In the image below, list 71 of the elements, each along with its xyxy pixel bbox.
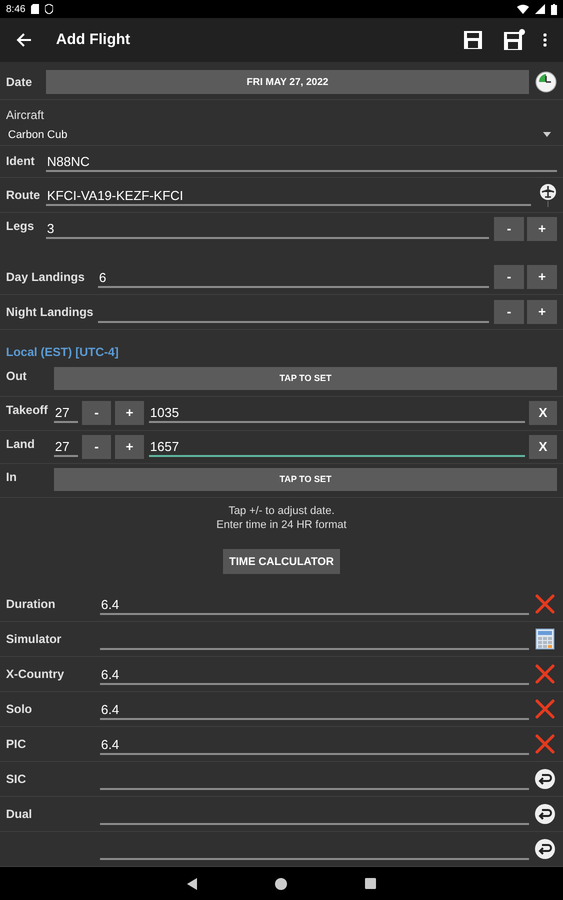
hint-text: Tap +/- to adjust date. [228, 504, 335, 518]
time-zone-label: Local (EST) [UTC-4] [6, 344, 119, 362]
text-field[interactable]: 3 [46, 216, 489, 239]
field-label: Simulator [6, 630, 62, 648]
day-field[interactable]: 27 [54, 400, 78, 423]
back-arrow-icon[interactable] [16, 32, 32, 48]
field-label: Out [6, 368, 28, 386]
text-field[interactable]: 6.4 [100, 698, 529, 720]
field-label: Duration [6, 596, 56, 613]
minus-button[interactable]: - [82, 434, 111, 459]
text-field[interactable]: KFCI-VA19-KEZF-KFCI [46, 184, 531, 206]
calculator-icon[interactable] [535, 628, 555, 650]
sim-card-icon [31, 4, 40, 14]
close-icon[interactable] [535, 734, 555, 754]
text-field[interactable]: 1035 [149, 400, 525, 423]
clock-icon[interactable] [535, 71, 557, 94]
text-field[interactable]: 6 [98, 266, 489, 288]
battery-icon [551, 4, 557, 14]
plus-button[interactable]: + [115, 400, 144, 425]
save-icon[interactable] [463, 30, 483, 50]
save-add-icon[interactable] [503, 29, 525, 51]
field-label: Ident [6, 153, 36, 170]
status-time: 8:46 [6, 2, 26, 16]
clear-button[interactable]: X [529, 434, 557, 459]
field-label: PIC [6, 736, 28, 753]
field-label: Dual [6, 806, 34, 823]
plus-button[interactable]: + [527, 216, 557, 241]
field-label: SIC [6, 770, 28, 788]
minus-button[interactable]: - [494, 216, 524, 241]
airplane-icon[interactable] [539, 183, 557, 208]
text-field[interactable]: 6.4 [100, 592, 529, 615]
tap-to-set-button[interactable]: TAP TO SET [54, 468, 557, 492]
home-nav-icon[interactable] [275, 878, 287, 890]
more-icon[interactable] [543, 33, 547, 47]
text-field[interactable]: N88NC [46, 150, 557, 172]
field-label: Aircraft [6, 106, 46, 124]
dropdown-caret-icon [543, 132, 551, 138]
close-icon[interactable] [535, 664, 555, 684]
field-label: Route [6, 187, 41, 204]
day-field[interactable]: 27 [54, 434, 78, 457]
minus-button[interactable]: - [82, 400, 111, 425]
field-label: Night Landings [6, 304, 94, 321]
minus-button[interactable]: - [494, 265, 524, 290]
screen-title: Add Flight [56, 30, 130, 50]
field-label: X-Country [6, 666, 65, 683]
field-label: Date [6, 74, 34, 92]
plus-button[interactable]: + [115, 434, 144, 459]
text-field[interactable]: 6.4 [100, 662, 529, 685]
field-label: Day Landings [6, 269, 86, 286]
field-label: Land [6, 436, 36, 453]
back-nav-icon[interactable] [187, 878, 197, 890]
wifi-icon [517, 4, 529, 14]
text-field[interactable]: 1657 [149, 434, 525, 457]
plus-button[interactable]: + [527, 300, 557, 324]
clear-button[interactable]: X [529, 400, 557, 425]
close-icon[interactable] [535, 698, 555, 719]
signal-icon [535, 4, 545, 14]
time-calculator-button[interactable]: TIME CALCULATOR [223, 549, 340, 574]
close-icon[interactable] [535, 594, 555, 614]
shield-icon [45, 4, 54, 14]
field-label: In [6, 469, 18, 486]
date-button[interactable]: FRI MAY 27, 2022 [46, 70, 529, 94]
field-label: Takeoff [6, 402, 49, 419]
hint-text: Enter time in 24 HR format [216, 518, 347, 532]
minus-button[interactable]: - [494, 300, 524, 324]
aircraft-dropdown[interactable]: Carbon Cub [6, 126, 557, 144]
text-field[interactable]: 6.4 [100, 732, 529, 755]
field-label: Solo [6, 700, 33, 718]
field-label: Legs [6, 218, 36, 235]
plus-button[interactable]: + [527, 265, 557, 290]
tap-to-set-button[interactable]: TAP TO SET [54, 367, 557, 390]
